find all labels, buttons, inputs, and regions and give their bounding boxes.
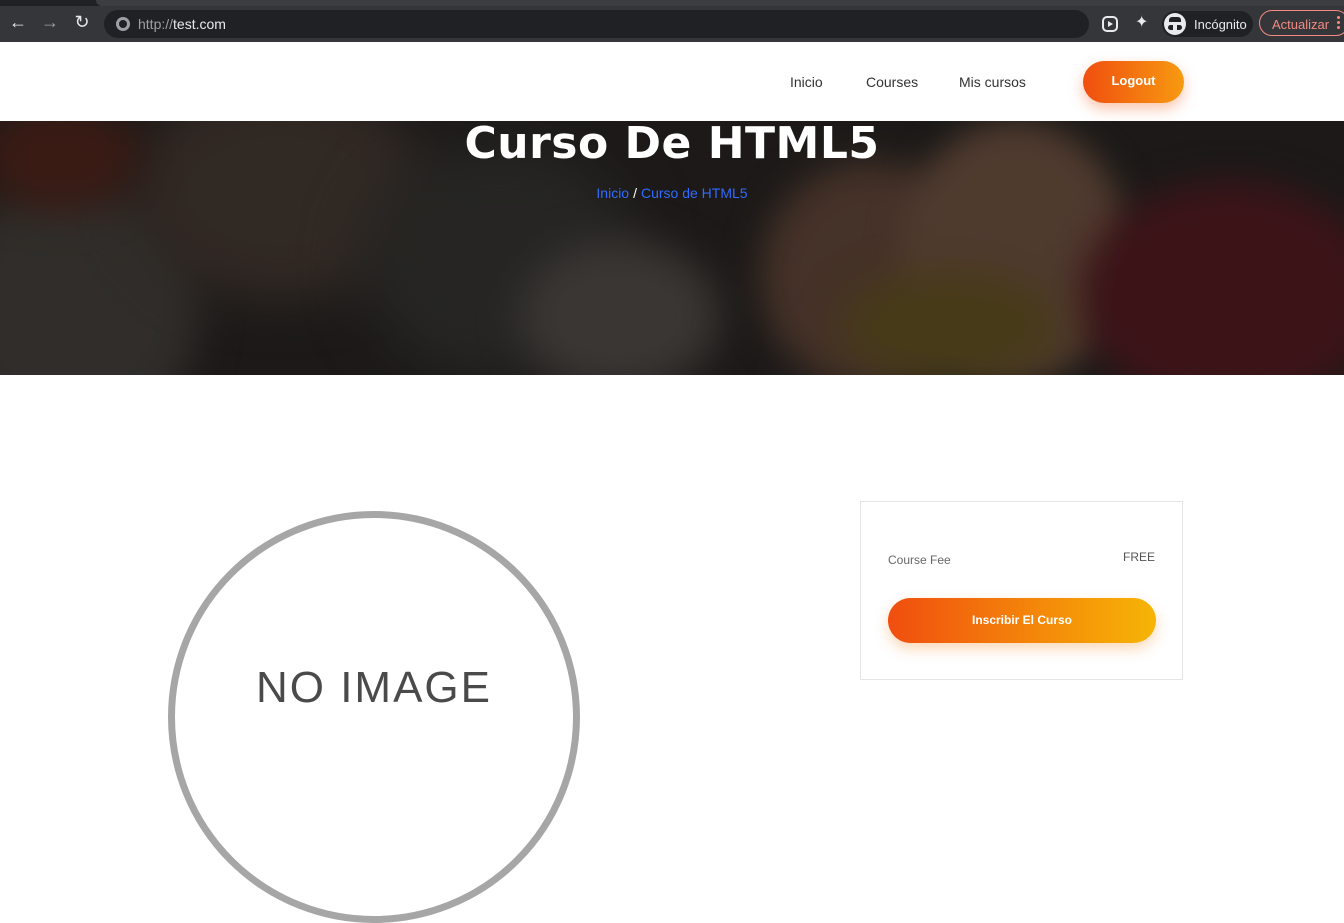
update-label: Actualizar [1272,17,1330,32]
reload-icon[interactable]: ↻ [73,13,91,31]
url-host: test.com [173,16,226,32]
hero-banner: Curso De HTML5 Inicio / Curso de HTML5 [0,121,1344,375]
incognito-indicator[interactable]: Incógnito [1162,11,1253,37]
enroll-course-button[interactable]: Inscribir El Curso [888,598,1156,643]
breadcrumb-separator: / [633,185,637,201]
globe-icon [116,17,130,31]
logout-button[interactable]: Logout [1083,61,1184,103]
nav-link-mis-cursos[interactable]: Mis cursos [959,74,1026,90]
url-scheme: http:// [138,16,174,32]
nav-link-inicio[interactable]: Inicio [790,74,823,90]
breadcrumb: Inicio / Curso de HTML5 [0,185,1344,201]
nav-link-courses[interactable]: Courses [866,74,918,90]
no-image-circle [168,511,580,923]
address-bar[interactable]: http://test.com [104,10,1089,38]
incognito-icon [1164,13,1186,35]
no-image-text: NO IMAGE [255,663,493,712]
forward-arrow-icon[interactable]: → [41,13,59,31]
browser-menu-icon[interactable] [1337,16,1340,30]
course-fee-label: Course Fee [888,553,951,567]
course-fee-card: Course Fee FREE Inscribir El Curso [860,501,1183,680]
browser-toolbar: ← → ↻ http://test.com ✦ Incógnito Actual… [0,0,1344,42]
course-fee-value: FREE [1122,550,1155,564]
incognito-label: Incógnito [1194,17,1247,32]
back-arrow-icon[interactable]: ← [9,13,27,31]
url-text[interactable]: http://test.com [138,16,226,32]
extensions-puzzle-icon[interactable]: ✦ [1135,15,1151,31]
media-control-icon[interactable] [1102,16,1118,32]
update-browser-button[interactable]: Actualizar [1259,10,1344,36]
breadcrumb-current-link[interactable]: Curso de HTML5 [641,185,748,201]
course-image-placeholder: NO IMAGE [168,511,580,923]
site-header: Inicio Courses Mis cursos Logout [0,42,1344,121]
tab-strip-active-area [96,0,1344,6]
page-title: Curso De HTML5 [464,121,880,169]
breadcrumb-home-link[interactable]: Inicio [596,185,629,201]
